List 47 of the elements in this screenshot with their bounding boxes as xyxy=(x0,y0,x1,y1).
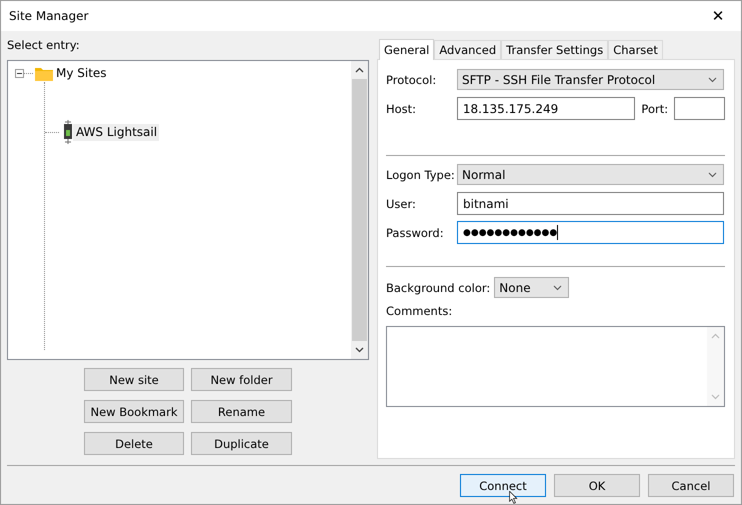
window-title: Site Manager xyxy=(9,9,88,23)
dialog-button[interactable]: OK xyxy=(554,474,640,497)
background-color-label: Background color: xyxy=(386,280,490,294)
tree-action-button[interactable]: Duplicate xyxy=(191,432,292,455)
tree-action-button[interactable]: New Bookmark xyxy=(84,400,184,423)
scroll-up-icon xyxy=(711,333,720,339)
tab[interactable]: Advanced xyxy=(434,40,502,59)
dropdown-caret-icon xyxy=(708,172,717,178)
password-field[interactable]: ●●●●●●●●●●●● xyxy=(457,221,724,244)
dialog-button[interactable]: Connect xyxy=(460,474,546,497)
port-field[interactable] xyxy=(674,97,725,120)
host-field[interactable]: 18.135.175.249 xyxy=(456,97,636,120)
select-entry-label: Select entry: xyxy=(7,37,81,54)
tree-action-button[interactable]: New folder xyxy=(191,368,292,391)
server-icon xyxy=(63,120,73,144)
comments-field[interactable] xyxy=(386,326,725,407)
user-field[interactable]: bitnami xyxy=(457,192,724,215)
tree-item[interactable]: AWS Lightsail xyxy=(73,124,160,140)
scroll-down-icon xyxy=(711,394,720,400)
tree-action-button[interactable]: Rename xyxy=(191,400,292,423)
background-color-dropdown[interactable]: None xyxy=(494,277,570,298)
dropdown-caret-icon xyxy=(553,284,562,290)
protocol-label: Protocol: xyxy=(386,72,438,86)
host-label: Host: xyxy=(386,102,418,116)
logon-type-label: Logon Type: xyxy=(386,168,456,182)
dialog-button[interactable]: Cancel xyxy=(648,474,734,497)
tab[interactable]: Charset xyxy=(608,40,663,59)
close-button[interactable]: ✕ xyxy=(695,1,741,31)
scroll-thumb[interactable] xyxy=(352,79,367,341)
user-label: User: xyxy=(386,196,417,210)
comments-label: Comments: xyxy=(386,304,454,318)
port-label: Port: xyxy=(641,102,668,116)
tab[interactable]: General xyxy=(379,39,434,60)
scroll-down-icon xyxy=(355,347,364,353)
password-label: Password: xyxy=(386,226,445,240)
dropdown-caret-icon xyxy=(708,76,717,82)
collapse-icon[interactable] xyxy=(15,68,24,78)
protocol-dropdown[interactable]: SFTP - SSH File Transfer Protocol xyxy=(457,69,724,90)
logon-type-dropdown[interactable]: Normal xyxy=(457,164,724,185)
mouse-cursor-icon xyxy=(509,491,518,504)
tab[interactable]: Transfer Settings xyxy=(501,40,608,59)
tree-item[interactable]: My Sites xyxy=(53,64,109,82)
tree-action-button[interactable]: New site xyxy=(84,368,184,391)
folder-icon xyxy=(35,66,53,80)
scroll-up-icon xyxy=(355,67,364,73)
tree-action-button[interactable]: Delete xyxy=(84,432,184,455)
scrollbar[interactable] xyxy=(351,61,368,359)
